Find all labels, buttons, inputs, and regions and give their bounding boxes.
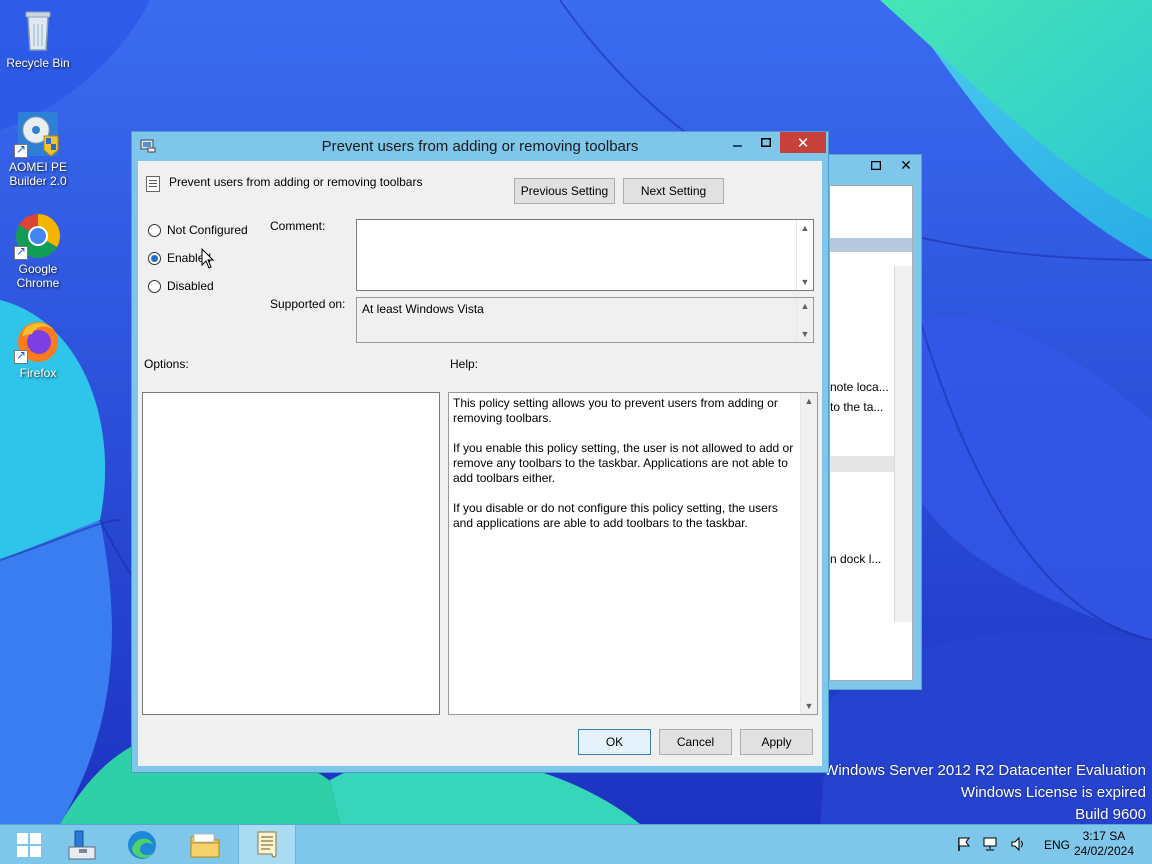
edge-icon: [128, 831, 156, 859]
desktop-icon-label: AOMEI PE: [8, 160, 67, 174]
recycle-bin-icon: [14, 6, 62, 54]
server-manager-icon: [68, 830, 96, 860]
supported-on-box: At least Windows Vista ▲ ▼: [356, 297, 814, 343]
previous-setting-button[interactable]: Previous Setting: [514, 178, 615, 204]
watermark-line: Windows License is expired: [960, 784, 1146, 801]
chrome-icon: [14, 212, 62, 260]
scroll-down-icon[interactable]: ▼: [797, 274, 813, 290]
desktop-icon-label: Chrome: [16, 276, 60, 290]
dialog-titlebar[interactable]: Prevent users from adding or removing to…: [132, 132, 828, 161]
radio-not-configured[interactable]: Not Configured: [148, 223, 248, 237]
radio-circle[interactable]: [148, 279, 161, 293]
minimize-button[interactable]: [724, 132, 751, 153]
background-window-content: note loca... to the ta... n dock l...: [829, 185, 913, 681]
background-window[interactable]: ✕ note loca... to the ta... n dock l...: [822, 154, 922, 690]
system-tray: ENG: [956, 825, 1070, 864]
radio-circle-selected[interactable]: [148, 251, 161, 265]
taskbar: ENG 3:17 SA 24/02/2024: [0, 824, 1152, 864]
background-window-scrollbar[interactable]: [894, 266, 912, 622]
volume-icon[interactable]: [1010, 836, 1026, 855]
maximize-button[interactable]: [752, 132, 779, 153]
taskbar-file-explorer[interactable]: [176, 825, 234, 864]
shortcut-arrow-icon: [14, 348, 28, 364]
help-label: Help:: [450, 357, 479, 371]
folder-icon: [190, 833, 220, 858]
close-icon: ✕: [796, 134, 810, 152]
windows-logo-icon: [17, 833, 41, 857]
windows-evaluation-watermark: Windows Server 2012 R2 Datacenter Evalua…: [824, 760, 1146, 826]
maximize-icon[interactable]: [861, 155, 891, 175]
scroll-up-icon[interactable]: ▲: [801, 393, 817, 409]
supported-on-scrollbar[interactable]: ▲ ▼: [796, 298, 813, 342]
watermark-line: Windows Server 2012 R2 Datacenter Evalua…: [824, 762, 1146, 779]
background-window-controls: ✕: [861, 155, 921, 177]
help-text: This policy setting allows you to preven…: [453, 396, 794, 530]
next-setting-button[interactable]: Next Setting: [623, 178, 724, 204]
desktop-icon-aomei-pe-builder[interactable]: AOMEI PE Builder 2.0: [0, 110, 76, 188]
network-icon[interactable]: [982, 836, 1000, 855]
scroll-up-icon[interactable]: ▲: [797, 220, 813, 236]
supported-on-text: At least Windows Vista: [362, 302, 484, 316]
desktop-icon-label: Recycle Bin: [6, 56, 70, 70]
action-center-flag-icon[interactable]: [956, 836, 972, 855]
desktop-icon-label: Firefox: [19, 366, 57, 380]
taskbar-server-manager[interactable]: [53, 825, 111, 864]
desktop-icon-recycle-bin[interactable]: Recycle Bin: [0, 6, 76, 70]
desktop-icon-label: Google: [18, 262, 58, 276]
options-panel: [142, 392, 440, 715]
radio-disabled[interactable]: Disabled: [148, 279, 214, 293]
comment-textbox[interactable]: ▲ ▼: [356, 219, 814, 291]
firefox-icon: [14, 316, 62, 364]
list-item: to the ta...: [830, 400, 884, 414]
ok-button[interactable]: OK: [578, 729, 651, 755]
policy-name: Prevent users from adding or removing to…: [169, 175, 423, 189]
policy-setting-icon: [146, 176, 160, 192]
help-scrollbar[interactable]: ▲ ▼: [800, 393, 817, 714]
policy-scroll-icon: [257, 831, 277, 858]
shortcut-arrow-icon: [14, 244, 28, 260]
mouse-cursor-icon: [201, 248, 215, 269]
taskbar-clock[interactable]: 3:17 SA 24/02/2024: [1074, 829, 1134, 859]
list-header-bar: [830, 238, 912, 252]
supported-on-label: Supported on:: [270, 297, 346, 311]
scroll-up-icon[interactable]: ▲: [797, 298, 813, 314]
desktop-icon-firefox[interactable]: Firefox: [0, 316, 76, 380]
close-icon[interactable]: ✕: [891, 155, 921, 175]
desktop-icon-label: Builder 2.0: [9, 174, 67, 188]
radio-label: Not Configured: [167, 223, 248, 237]
options-label: Options:: [144, 357, 189, 371]
clock-time: 3:17 SA: [1082, 829, 1126, 843]
minimize-icon: [733, 144, 742, 147]
policy-setting-dialog: Prevent users from adding or removing to…: [131, 131, 829, 773]
aomei-disc-icon: [14, 110, 62, 158]
watermark-line: Build 9600: [1075, 806, 1146, 823]
radio-label: Disabled: [167, 279, 214, 293]
help-panel: This policy setting allows you to preven…: [448, 392, 818, 715]
scroll-down-icon[interactable]: ▼: [801, 698, 817, 714]
scroll-down-icon[interactable]: ▼: [797, 326, 813, 342]
close-button[interactable]: ✕: [780, 132, 826, 153]
dialog-client-area: Prevent users from adding or removing to…: [138, 161, 822, 766]
start-button[interactable]: [0, 825, 58, 864]
clock-date: 24/02/2024: [1073, 844, 1134, 858]
comment-scrollbar[interactable]: ▲ ▼: [796, 220, 813, 290]
comment-label: Comment:: [270, 219, 326, 233]
list-item: note loca...: [830, 380, 889, 394]
desktop-icon-google-chrome[interactable]: Google Chrome: [0, 212, 76, 290]
list-item: n dock l...: [830, 552, 882, 566]
input-language-indicator[interactable]: ENG: [1044, 838, 1070, 852]
apply-button[interactable]: Apply: [740, 729, 813, 755]
cancel-button[interactable]: Cancel: [659, 729, 732, 755]
maximize-icon: [760, 136, 771, 150]
taskbar-group-policy-editor[interactable]: [238, 825, 296, 864]
shortcut-arrow-icon: [14, 142, 28, 158]
taskbar-edge[interactable]: [113, 825, 171, 864]
radio-circle[interactable]: [148, 223, 161, 237]
list-row-highlight: [830, 456, 894, 472]
